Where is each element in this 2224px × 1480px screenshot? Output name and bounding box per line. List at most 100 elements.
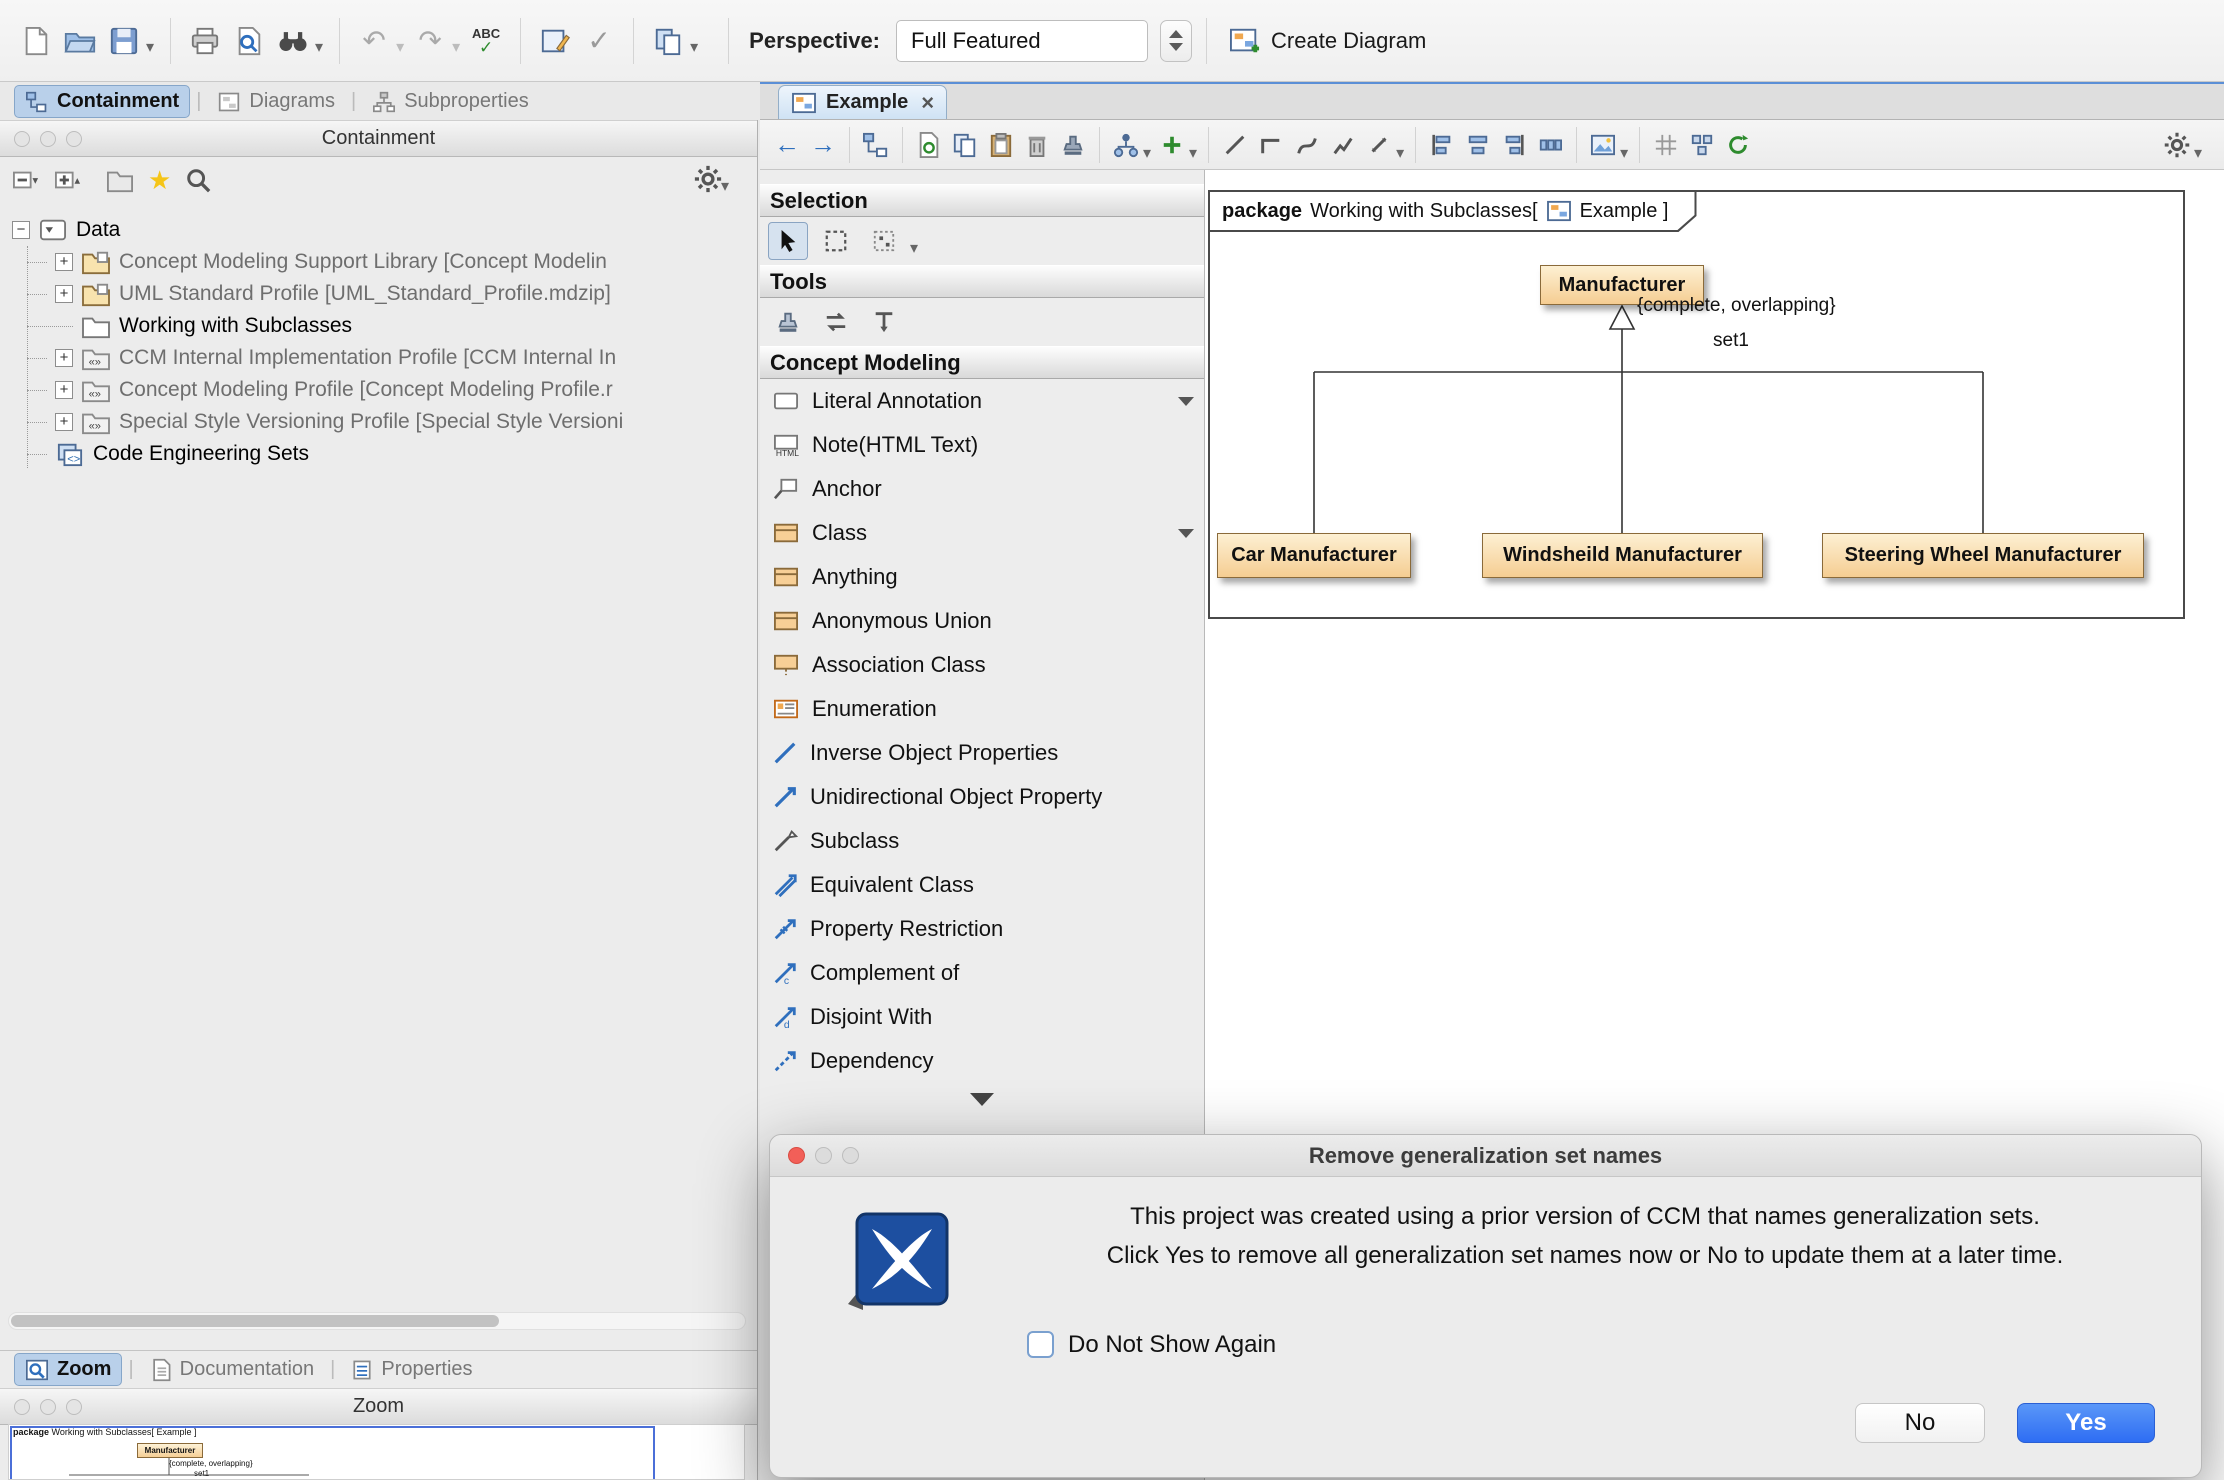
palette-item-association-class[interactable]: Association Class	[760, 643, 1204, 687]
copy-special-button[interactable]	[648, 17, 688, 65]
tab-subproperties[interactable]: Subproperties	[362, 86, 539, 117]
navigate-forward-button[interactable]: →	[806, 125, 840, 165]
redo-dropdown-caret-icon[interactable]: ▾	[452, 43, 460, 53]
palette-item-literal-annotation[interactable]: Literal Annotation	[760, 379, 1204, 423]
class-windsheild-manufacturer[interactable]: Windsheild Manufacturer	[1482, 533, 1763, 578]
tab-zoom[interactable]: Zoom	[14, 1353, 122, 1386]
marquee-select-button[interactable]	[816, 222, 856, 260]
rectilinear-path-button[interactable]	[1254, 125, 1288, 165]
palette-item-disjoint-with[interactable]: d Disjoint With	[760, 995, 1204, 1039]
search-icon[interactable]	[185, 167, 211, 193]
class-caret-icon[interactable]	[1178, 529, 1194, 538]
minimap-viewport[interactable]	[10, 1426, 655, 1480]
tree-item-cm-support-library[interactable]: + Concept Modeling Support Library [Conc…	[27, 246, 607, 278]
palette-item-note-html[interactable]: HTML Note(HTML Text)	[760, 423, 1204, 467]
oblique-path-button[interactable]	[1218, 125, 1252, 165]
expand-expander-icon[interactable]: +	[55, 285, 73, 303]
literal-annotation-caret-icon[interactable]	[1178, 397, 1194, 406]
expand-expander-icon[interactable]: +	[55, 381, 73, 399]
palette-item-anchor[interactable]: Anchor	[760, 467, 1204, 511]
align-center-button[interactable]	[1461, 125, 1495, 165]
palette-section-selection[interactable]: Selection	[760, 184, 1204, 217]
palette-scroll-more[interactable]	[760, 1093, 1204, 1106]
vertical-tree-layout-button[interactable]	[864, 303, 904, 341]
image-shape-button[interactable]	[1586, 125, 1620, 165]
grid-button[interactable]	[1649, 125, 1683, 165]
undo-dropdown-caret-icon[interactable]: ▾	[396, 43, 404, 53]
palette-item-property-restriction[interactable]: Property Restriction	[760, 907, 1204, 951]
palette-item-anything[interactable]: Anything	[760, 555, 1204, 599]
palette-item-unidirectional-object-property[interactable]: Unidirectional Object Property	[760, 775, 1204, 819]
palette-item-inverse-object-properties[interactable]: Inverse Object Properties	[760, 731, 1204, 775]
collapse-expander-icon[interactable]: −	[12, 221, 30, 239]
do-not-show-again-checkbox[interactable]	[1027, 1331, 1054, 1358]
print-button[interactable]	[185, 17, 225, 65]
palette-item-anonymous-union[interactable]: Anonymous Union	[760, 599, 1204, 643]
image-caret-icon[interactable]: ▾	[1620, 149, 1628, 159]
copy-dropdown-caret-icon[interactable]: ▾	[690, 43, 698, 53]
tree-item-working-with-subclasses[interactable]: Working with Subclasses	[27, 310, 352, 342]
collapse-all-icon[interactable]	[12, 167, 40, 193]
tree-item-special-style-profile[interactable]: + «» Special Style Versioning Profile [S…	[27, 406, 623, 438]
tree-item-ccm-internal-profile[interactable]: + «» CCM Internal Implementation Profile…	[27, 342, 616, 374]
paste-element-button[interactable]	[984, 125, 1018, 165]
tree-item-uml-standard-profile[interactable]: + UML Standard Profile [UML_Standard_Pro…	[27, 278, 611, 310]
create-diagram-button[interactable]: Create Diagram	[1221, 17, 1434, 65]
class-car-manufacturer[interactable]: Car Manufacturer	[1217, 533, 1411, 578]
package-frame-header[interactable]: package Working with Subclasses[ Example…	[1208, 190, 1697, 232]
palette-item-dependency[interactable]: Dependency	[760, 1039, 1204, 1083]
undo-button[interactable]: ↶	[354, 17, 394, 65]
tab-diagrams[interactable]: Diagrams	[207, 86, 345, 117]
open-in-new-tree-icon[interactable]	[106, 167, 134, 193]
find-dropdown-caret-icon[interactable]: ▾	[315, 43, 323, 53]
tree-item-data[interactable]: − Data	[12, 214, 120, 246]
save-project-button[interactable]	[104, 17, 144, 65]
copy-element-button[interactable]	[948, 125, 982, 165]
expand-all-icon[interactable]	[54, 167, 82, 193]
swap-ends-button[interactable]	[816, 303, 856, 341]
layout-button[interactable]	[1685, 125, 1719, 165]
open-project-button[interactable]	[60, 17, 100, 65]
reset-path-button[interactable]	[1362, 125, 1396, 165]
no-button[interactable]: No	[1855, 1403, 1985, 1443]
save-dropdown-caret-icon[interactable]: ▾	[146, 43, 154, 53]
align-right-button[interactable]	[1497, 125, 1531, 165]
options-caret-icon[interactable]: ▾	[2194, 149, 2202, 159]
selection-caret-icon[interactable]: ▾	[910, 244, 918, 254]
tab-documentation[interactable]: Documentation	[140, 1354, 325, 1386]
navigate-back-button[interactable]: ←	[770, 125, 804, 165]
align-left-button[interactable]	[1425, 125, 1459, 165]
expand-expander-icon[interactable]: +	[55, 349, 73, 367]
scrollbar-thumb[interactable]	[11, 1315, 499, 1327]
bezier-path-button[interactable]	[1290, 125, 1324, 165]
palette-item-equivalent-class[interactable]: Equivalent Class	[760, 863, 1204, 907]
new-project-button[interactable]	[16, 17, 56, 65]
tab-properties[interactable]: Properties	[341, 1354, 482, 1386]
yes-button[interactable]: Yes	[2017, 1403, 2155, 1443]
refresh-button[interactable]	[1721, 125, 1755, 165]
refine-path-button[interactable]	[1326, 125, 1360, 165]
tab-containment[interactable]: Containment	[14, 85, 190, 118]
check-syntax-button[interactable]: ✓	[579, 17, 619, 65]
show-containment-button[interactable]	[859, 125, 893, 165]
stamp-mode-button[interactable]	[1056, 125, 1090, 165]
favorites-star-icon[interactable]: ★	[148, 165, 171, 196]
spelling-button[interactable]: ABC ✓	[466, 17, 506, 65]
add-element-button[interactable]	[1155, 125, 1189, 165]
lasso-select-button[interactable]	[864, 222, 904, 260]
dialog-titlebar[interactable]: Remove generalization set names	[770, 1135, 2201, 1177]
tree-item-concept-modeling-profile[interactable]: + «» Concept Modeling Profile [Concept M…	[27, 374, 613, 406]
palette-item-class[interactable]: Class	[760, 511, 1204, 555]
add-caret-icon[interactable]: ▾	[1189, 149, 1197, 159]
tree-item-code-engineering-sets[interactable]: <> Code Engineering Sets	[27, 438, 309, 470]
distribute-button[interactable]	[1533, 125, 1567, 165]
palette-item-complement-of[interactable]: c Complement of	[760, 951, 1204, 995]
print-preview-button[interactable]	[229, 17, 269, 65]
palette-item-subclass[interactable]: Subclass	[760, 819, 1204, 863]
palette-section-tools[interactable]: Tools	[760, 265, 1204, 298]
close-tab-icon[interactable]: ×	[921, 90, 934, 116]
class-steering-wheel-manufacturer[interactable]: Steering Wheel Manufacturer	[1822, 533, 2144, 578]
palette-section-concept-modeling[interactable]: Concept Modeling	[760, 346, 1204, 379]
path-caret-icon[interactable]: ▾	[1396, 149, 1404, 159]
sticky-mode-button[interactable]	[768, 303, 808, 341]
